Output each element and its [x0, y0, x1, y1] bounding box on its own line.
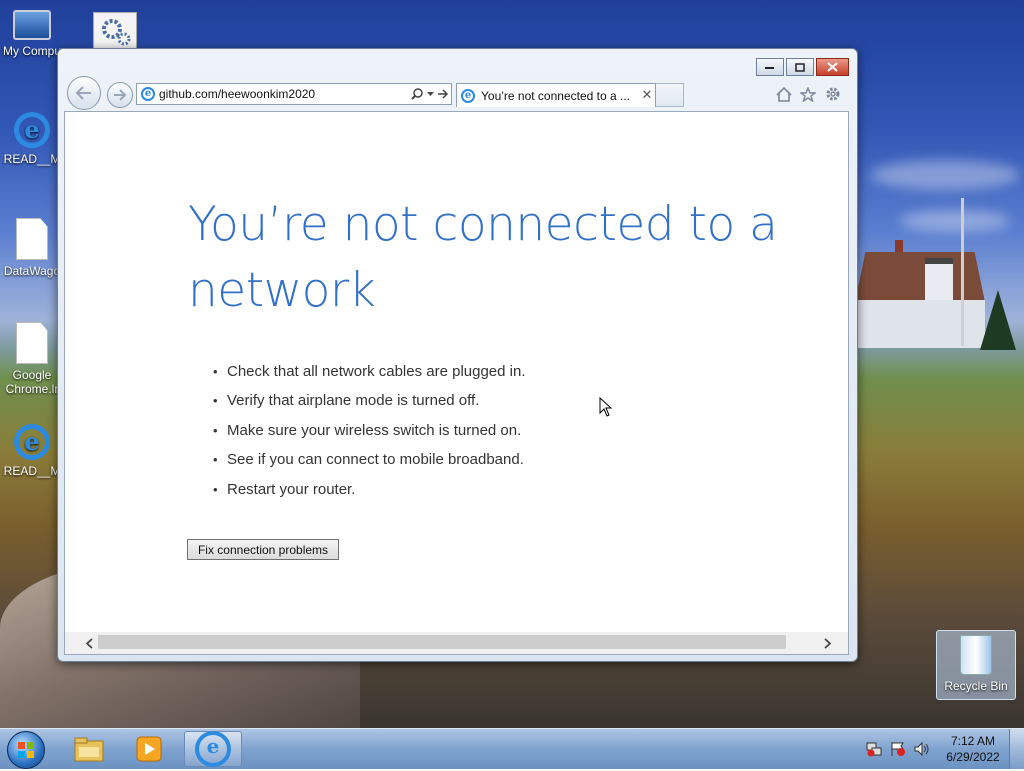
taskbar-explorer-button[interactable]: [60, 731, 118, 767]
internet-explorer-icon: e: [195, 731, 231, 767]
file-icon: [16, 322, 48, 364]
forward-button[interactable]: [107, 82, 133, 108]
internet-explorer-window: e github.com/heewoonkim2020 e You’re not…: [57, 48, 858, 662]
horizontal-scrollbar[interactable]: [65, 632, 848, 654]
dropdown-arrow-icon[interactable]: [425, 85, 435, 103]
settings-gear-icon[interactable]: [823, 84, 843, 104]
scrollbar-thumb[interactable]: [98, 635, 786, 649]
window-caption-buttons: [756, 58, 849, 76]
page-title: You’re not connected to a network: [188, 197, 778, 318]
mouse-cursor-icon: [599, 396, 613, 420]
scroll-left-icon[interactable]: [79, 632, 99, 654]
home-icon[interactable]: [774, 84, 794, 104]
back-arrow-icon: [75, 86, 91, 100]
cloud: [870, 160, 1020, 190]
tips-list: Check that all network cables are plugge…: [213, 357, 526, 505]
fix-connection-button[interactable]: Fix connection problems: [187, 539, 339, 560]
ie-favicon-icon: e: [461, 88, 475, 103]
cloud: [900, 210, 1010, 232]
close-button[interactable]: [816, 58, 849, 76]
minimize-icon: [765, 67, 774, 69]
minimize-button[interactable]: [756, 58, 784, 76]
tip-item: Verify that airplane mode is turned off.: [213, 386, 526, 416]
tab-close-icon[interactable]: ✕: [639, 88, 655, 103]
favorites-star-icon[interactable]: [798, 84, 818, 104]
tip-item: Make sure your wireless switch is turned…: [213, 416, 526, 446]
recycle-bin-icon: [960, 635, 992, 675]
restore-icon: [795, 62, 805, 72]
action-center-flag-icon[interactable]: [890, 741, 906, 757]
ie-favicon-icon: e: [141, 87, 155, 101]
house-roof: [855, 252, 985, 302]
internet-explorer-icon: e: [14, 112, 50, 148]
restore-button[interactable]: [786, 58, 814, 76]
search-icon[interactable]: [409, 85, 425, 103]
file-icon: [16, 218, 48, 260]
tip-item: See if you can connect to mobile broadba…: [213, 445, 526, 475]
new-tab-button[interactable]: [656, 83, 684, 107]
scroll-right-icon[interactable]: [817, 632, 837, 654]
settings-gears-icon: [93, 12, 137, 50]
volume-icon[interactable]: [914, 741, 930, 757]
house-dormer: [925, 258, 953, 304]
lighthouse-keeper-house: [855, 240, 985, 348]
taskbar-media-player-button[interactable]: [120, 731, 178, 767]
back-button[interactable]: [67, 76, 101, 110]
forward-arrow-icon: [114, 89, 127, 101]
page-viewport: You’re not connected to a network Check …: [64, 111, 849, 655]
show-desktop-button[interactable]: [1009, 729, 1024, 769]
close-icon: [827, 62, 838, 72]
desktop-icon-label: Recycle Bin: [944, 679, 1008, 693]
clock-time: 7:12 AM: [950, 734, 996, 748]
flag-pole: [961, 198, 964, 346]
computer-icon: [13, 10, 51, 40]
internet-explorer-icon: e: [14, 424, 50, 460]
address-url[interactable]: github.com/heewoonkim2020: [159, 87, 409, 101]
network-disconnected-icon[interactable]: [866, 741, 882, 757]
taskbar: e 7:12 AM 6/29/2022: [0, 728, 1024, 769]
desktop-icon-recycle-bin[interactable]: Recycle Bin: [936, 630, 1016, 700]
folder-icon: [74, 737, 104, 762]
tab-active[interactable]: e You’re not connected to a ... ✕: [456, 83, 656, 107]
media-player-icon: [136, 736, 162, 762]
house-wall: [855, 300, 985, 348]
go-arrow-icon[interactable]: [435, 85, 451, 103]
tip-item: Restart your router.: [213, 475, 526, 505]
system-clock[interactable]: 7:12 AM 6/29/2022: [940, 733, 1006, 765]
start-button[interactable]: [7, 731, 45, 769]
address-bar[interactable]: e github.com/heewoonkim2020: [136, 83, 452, 105]
pine-tree: [980, 290, 1016, 350]
tip-item: Check that all network cables are plugge…: [213, 357, 526, 387]
tab-title: You’re not connected to a ...: [481, 88, 630, 103]
taskbar-ie-button[interactable]: e: [184, 731, 242, 767]
windows-logo-icon: [18, 742, 34, 758]
clock-date: 6/29/2022: [946, 750, 1000, 764]
